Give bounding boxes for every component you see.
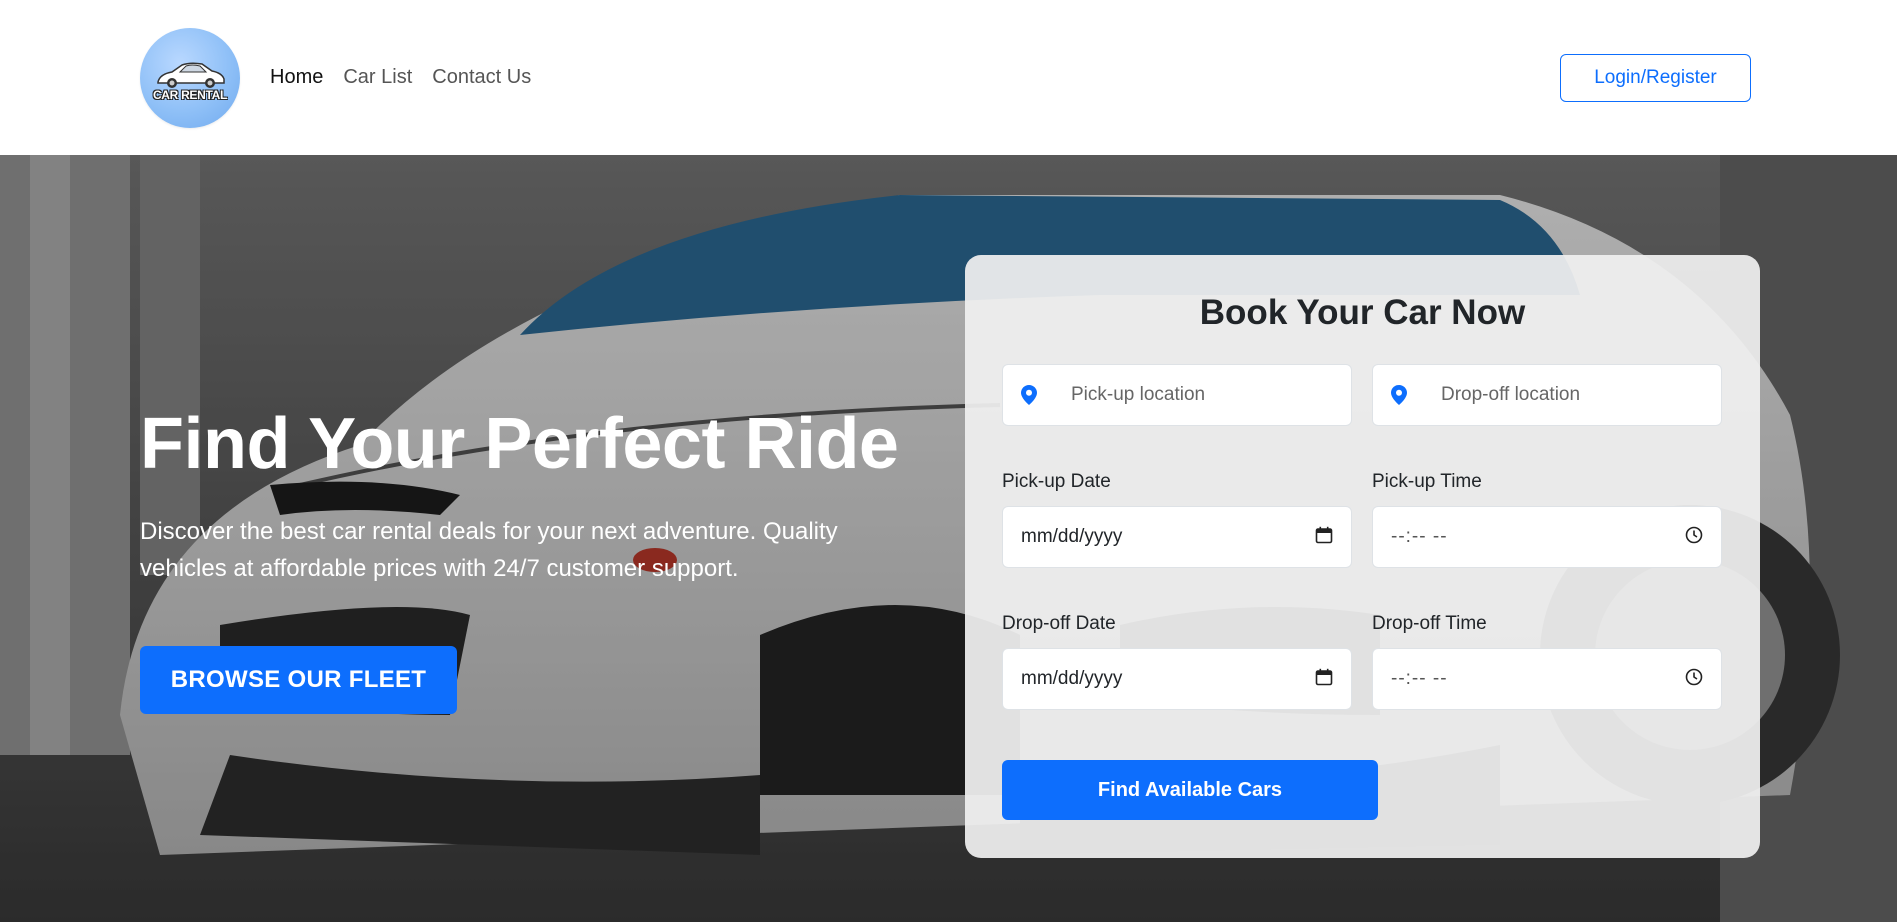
pickup-time-value: --:-- --: [1391, 526, 1448, 547]
dropoff-time-input[interactable]: --:-- --: [1372, 648, 1722, 710]
hero-subtitle: Discover the best car rental deals for y…: [140, 518, 838, 582]
find-available-cars-button[interactable]: Find Available Cars: [1002, 760, 1378, 820]
nav-home[interactable]: Home: [270, 66, 323, 89]
login-register-button[interactable]: Login/Register: [1560, 54, 1751, 102]
dropoff-date-input[interactable]: mm/dd/yyyy: [1002, 648, 1352, 710]
pickup-location-placeholder: Pick-up location: [1071, 384, 1206, 405]
pickup-date-value: mm/dd/yyyy: [1021, 526, 1123, 547]
clock-icon[interactable]: [1685, 668, 1703, 691]
hero-section: Find Your Perfect Ride Discover the best…: [0, 155, 1897, 922]
car-logo-icon: [157, 62, 225, 88]
nav-car-list[interactable]: Car List: [343, 66, 412, 89]
dropoff-time-value: --:-- --: [1391, 668, 1448, 689]
dropoff-date-value: mm/dd/yyyy: [1021, 668, 1123, 689]
calendar-icon[interactable]: [1315, 668, 1333, 691]
pickup-date-input[interactable]: mm/dd/yyyy: [1002, 506, 1352, 568]
browse-fleet-button[interactable]: BROWSE OUR FLEET: [140, 646, 457, 714]
dropoff-location-input[interactable]: Drop-off location: [1372, 364, 1722, 426]
map-pin-icon: [1391, 385, 1411, 405]
pickup-time-input[interactable]: --:-- --: [1372, 506, 1722, 568]
brand-logo-text: CAR RENTAL: [152, 88, 228, 102]
hero-title: Find Your Perfect Ride: [140, 404, 899, 484]
brand-logo[interactable]: CAR RENTAL: [140, 28, 240, 128]
navbar: CAR RENTAL Home Car List Contact Us Logi…: [0, 0, 1897, 155]
pickup-time-label: Pick-up Time: [1372, 471, 1482, 492]
main-nav: Home Car List Contact Us: [270, 66, 531, 89]
booking-title: Book Your Car Now: [1199, 293, 1526, 332]
calendar-icon[interactable]: [1315, 526, 1333, 549]
dropoff-location-placeholder: Drop-off location: [1441, 384, 1581, 405]
map-pin-icon: [1021, 385, 1041, 405]
booking-card: Book Your Car Now Pick-up location Drop-…: [965, 255, 1760, 858]
dropoff-date-label: Drop-off Date: [1002, 613, 1116, 634]
pickup-location-input[interactable]: Pick-up location: [1002, 364, 1352, 426]
nav-contact-us[interactable]: Contact Us: [432, 66, 531, 89]
clock-icon[interactable]: [1685, 526, 1703, 549]
dropoff-time-label: Drop-off Time: [1372, 613, 1487, 634]
pickup-date-label: Pick-up Date: [1002, 471, 1111, 492]
